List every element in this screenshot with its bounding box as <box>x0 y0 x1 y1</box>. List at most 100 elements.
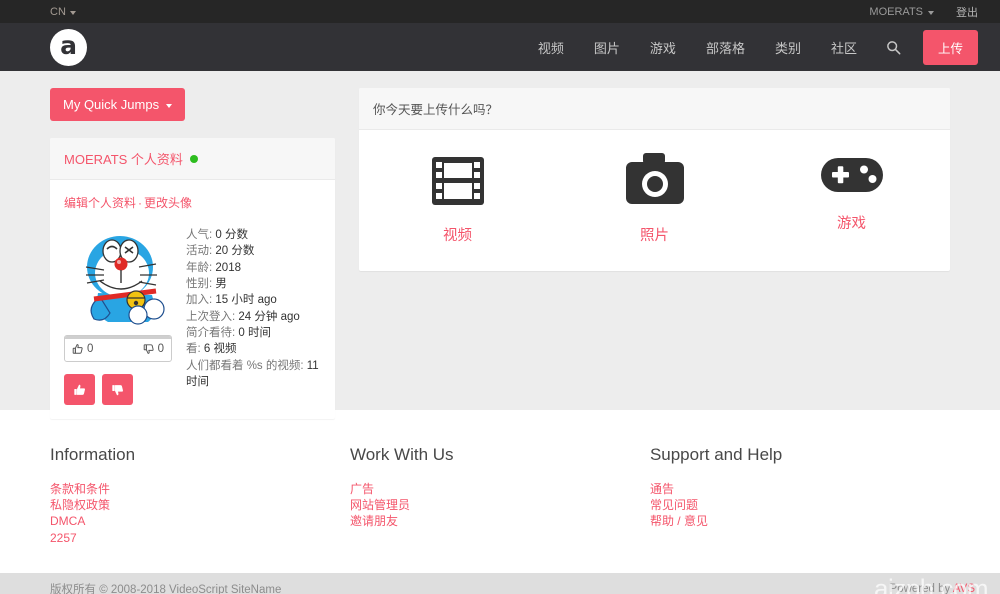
upload-button[interactable]: 上传 <box>922 29 978 65</box>
powered-by: Powered by AVS <box>890 583 975 594</box>
main-navbar: a 视频 图片 游戏 部落格 类别 社区 上传 <box>0 23 1000 71</box>
footer-link-webmasters[interactable]: 网站管理员 <box>350 497 650 513</box>
online-status-icon <box>189 154 198 163</box>
footer-heading-information: Information <box>50 445 136 464</box>
stat-key: 性别: <box>186 277 213 290</box>
thumbs-down-icon <box>111 384 123 395</box>
stat-key: 人们都看着 %s 的视频: <box>186 359 304 372</box>
nav-item-categories[interactable]: 类别 <box>760 23 816 71</box>
upload-video-tile[interactable]: 视频 <box>359 152 556 245</box>
upload-game-label: 游戏 <box>837 216 866 232</box>
chevron-down-icon <box>928 10 934 15</box>
powered-by-prefix: Powered by <box>889 583 953 594</box>
stat-key: 简介看待: <box>186 326 236 339</box>
profile-panel-title: MOERATS 个人资料 <box>64 152 183 167</box>
main-column: 你今天要上传什么吗？ 视频 照片 游戏 <box>359 88 950 419</box>
change-avatar-link[interactable]: 更改头像 <box>144 196 192 210</box>
camera-icon <box>625 153 684 204</box>
nav-item-videos[interactable]: 视频 <box>523 23 579 71</box>
nav-menu: 视频 图片 游戏 部落格 类别 社区 上传 <box>523 23 978 71</box>
stat-value: 15 小时 ago <box>215 294 277 307</box>
footer-columns: Information 条款和条件 私隐权政策 DMCA 2257 Work W… <box>50 445 950 546</box>
stat-row: 人气: 0 分数 <box>186 227 321 243</box>
site-logo[interactable]: a <box>50 28 87 66</box>
dislike-count: 0 <box>143 343 164 355</box>
chevron-down-icon <box>166 103 173 108</box>
stat-row: 加入: 15 小时 ago <box>186 292 321 308</box>
stat-value: 男 <box>215 277 227 290</box>
stat-key: 年龄: <box>186 261 213 274</box>
stat-key: 上次登入: <box>186 310 236 323</box>
footer-link-terms[interactable]: 条款和条件 <box>50 481 350 497</box>
nav-item-games[interactable]: 游戏 <box>635 23 691 71</box>
username-label: MOERATS <box>869 5 923 18</box>
content-wrapper: My Quick Jumps MOERATS 个人资料 编辑个人资料 · 更改头像 <box>50 71 950 419</box>
footer-heading-work-with-us: Work With Us <box>349 445 454 464</box>
gamepad-icon <box>820 158 883 192</box>
dislike-button[interactable] <box>102 374 133 405</box>
dislike-count-value: 0 <box>157 342 164 355</box>
footer-link-advertise[interactable]: 广告 <box>350 481 650 497</box>
upload-panel-body: 视频 照片 游戏 <box>359 130 950 271</box>
copyright-bar: 版权所有 © 2008-2018 VideoScript SiteName Po… <box>0 573 1000 594</box>
like-count: 0 <box>72 343 93 355</box>
stat-row: 人们都看着 %s 的视频: 11 时间 <box>186 358 321 391</box>
footer-column-support: Support and Help 通告 常见问题 帮助 / 意见 <box>650 445 950 546</box>
profile-panel-heading: MOERATS 个人资料 <box>50 138 335 180</box>
avatar-column: 0 0 <box>64 223 172 405</box>
thumbs-up-icon <box>72 343 83 354</box>
user-menu[interactable]: MOERATS <box>869 6 934 18</box>
footer-link-dmca[interactable]: DMCA <box>50 513 350 529</box>
like-count-value: 0 <box>87 342 94 355</box>
language-selector[interactable]: CN <box>50 6 76 18</box>
stat-key: 活动: <box>186 245 213 258</box>
footer-link-2257[interactable]: 2257 <box>50 530 350 546</box>
logout-link[interactable]: 登出 <box>956 4 978 20</box>
footer-link-privacy[interactable]: 私隐权政策 <box>50 497 350 513</box>
vote-buttons <box>64 374 172 405</box>
stat-value: 6 视频 <box>203 343 237 356</box>
stat-value: 0 时间 <box>238 326 271 339</box>
stat-value: 2018 <box>215 261 241 274</box>
vote-count-box: 0 0 <box>64 335 172 362</box>
thumbs-down-icon <box>143 343 154 354</box>
stat-row: 简介看待: 0 时间 <box>186 325 321 341</box>
link-separator: · <box>138 196 143 210</box>
film-icon <box>431 157 484 205</box>
search-icon[interactable] <box>872 23 915 71</box>
language-label: CN <box>50 5 66 18</box>
avatar[interactable] <box>64 223 172 326</box>
upload-video-label: 视频 <box>443 228 472 244</box>
footer-column-information: Information 条款和条件 私隐权政策 DMCA 2257 <box>50 445 350 546</box>
footer-link-help-feedback[interactable]: 帮助 / 意见 <box>650 513 950 529</box>
upload-photo-tile[interactable]: 照片 <box>556 152 753 245</box>
like-button[interactable] <box>64 374 95 405</box>
footer-link-invite-friends[interactable]: 邀请朋友 <box>350 513 650 529</box>
profile-panel-body: 编辑个人资料 · 更改头像 0 0 人气: 0 分数 活动: 20 分数 年龄:… <box>50 180 335 419</box>
nav-item-blog[interactable]: 部落格 <box>691 23 760 71</box>
footer-link-announcements[interactable]: 通告 <box>650 481 950 497</box>
quick-jumps-label: My Quick Jumps <box>63 97 160 112</box>
vote-ratio-bar <box>65 336 171 339</box>
profile-details-row: 0 0 人气: 0 分数 活动: 20 分数 年龄: 2018 性别: 男 加入… <box>64 223 321 405</box>
stat-row: 上次登入: 24 分钟 ago <box>186 309 321 325</box>
nav-item-community[interactable]: 社区 <box>816 23 872 71</box>
stat-key: 加入: <box>186 294 213 307</box>
quick-jumps-button[interactable]: My Quick Jumps <box>50 88 186 121</box>
stat-row: 性别: 男 <box>186 276 321 292</box>
top-utility-right: MOERATS 登出 <box>869 4 978 20</box>
footer-link-faq[interactable]: 常见问题 <box>650 497 950 513</box>
upload-game-tile[interactable]: 游戏 <box>753 152 950 245</box>
upload-panel: 你今天要上传什么吗？ 视频 照片 游戏 <box>359 88 950 271</box>
profile-action-links: 编辑个人资料 · 更改头像 <box>64 194 321 211</box>
stat-key: 看: <box>186 343 201 356</box>
stat-row: 看: 6 视频 <box>186 341 321 357</box>
footer: Information 条款和条件 私隐权政策 DMCA 2257 Work W… <box>0 410 1000 573</box>
stat-row: 年龄: 2018 <box>186 260 321 276</box>
powered-by-brand[interactable]: AVS <box>953 583 975 594</box>
top-utility-bar: CN MOERATS 登出 <box>0 0 1000 23</box>
footer-heading-support: Support and Help <box>649 445 783 464</box>
sidebar-column: My Quick Jumps MOERATS 个人资料 编辑个人资料 · 更改头像 <box>50 88 335 419</box>
nav-item-photos[interactable]: 图片 <box>579 23 635 71</box>
edit-profile-link[interactable]: 编辑个人资料 <box>64 196 136 210</box>
